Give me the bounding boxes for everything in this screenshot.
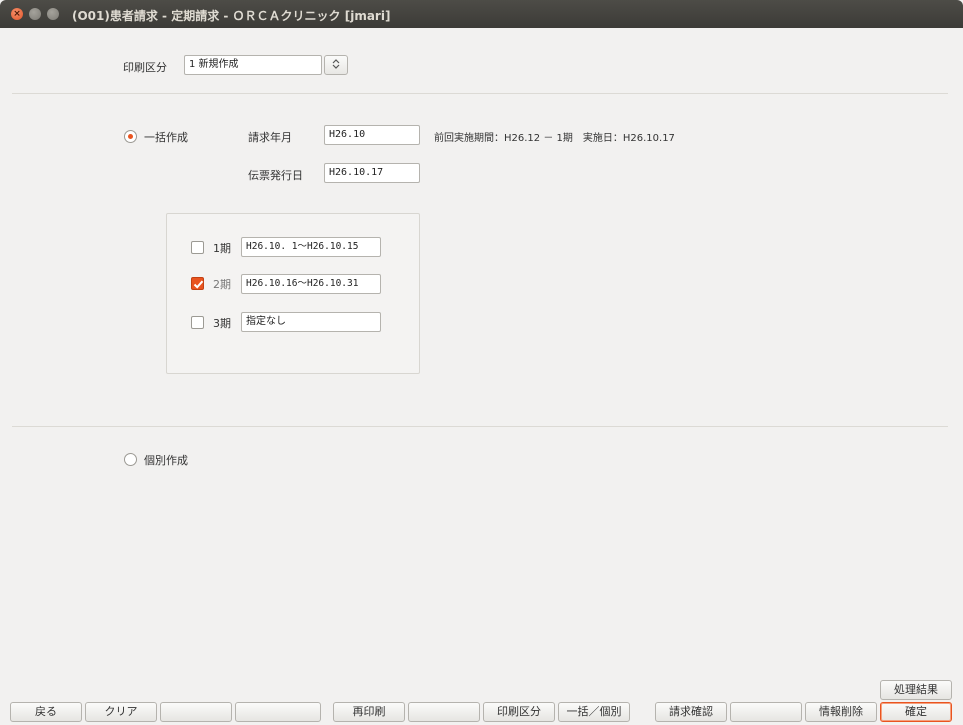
fkey-clear-button[interactable]: クリア (85, 702, 157, 722)
period-1-range-field[interactable]: H26.10. 1～H26.10.15 (241, 237, 381, 257)
period-3-label[interactable]: 3期 (213, 315, 231, 331)
main-content: 印刷区分 1 新規作成 一括作成 請求年月 H26.10 前回実施期間：H26.… (0, 28, 963, 725)
previous-period-info: 前回実施期間：H26.12 － 1期 実施日：H26.10.17 (434, 133, 675, 144)
period-3-checkbox[interactable] (191, 316, 204, 329)
process-result-button[interactable]: 処理結果 (880, 680, 952, 700)
fkey-delete-info-button[interactable]: 情報削除 (805, 702, 877, 722)
fkey-print-category-button[interactable]: 印刷区分 (483, 702, 555, 722)
billing-month-label: 請求年月 (248, 131, 292, 144)
individual-create-label[interactable]: 個別作成 (144, 452, 188, 468)
close-icon[interactable]: × (11, 8, 23, 20)
title-bar[interactable]: × (O01)患者請求 - 定期請求 - ＯＲＣＡクリニック [jmari] (0, 0, 963, 28)
individual-create-radio[interactable] (124, 453, 137, 466)
period-2-label[interactable]: 2期 (213, 276, 231, 292)
period-1-checkbox[interactable] (191, 241, 204, 254)
period-3-range-field[interactable]: 指定なし (241, 312, 381, 332)
slip-date-field[interactable]: H26.10.17 (324, 163, 420, 183)
period-2-range-field[interactable]: H26.10.16～H26.10.31 (241, 274, 381, 294)
window-title: (O01)患者請求 - 定期請求 - ＯＲＣＡクリニック [jmari] (72, 9, 391, 23)
print-category-field[interactable]: 1 新規作成 (184, 55, 322, 75)
updown-arrow-icon (332, 59, 340, 69)
billing-month-field[interactable]: H26.10 (324, 125, 420, 145)
minimize-icon[interactable] (29, 8, 41, 20)
print-category-dropdown-button[interactable] (324, 55, 348, 75)
fkey-10-button[interactable] (730, 702, 802, 722)
bulk-create-radio[interactable] (124, 130, 137, 143)
period-1-label[interactable]: 1期 (213, 240, 231, 256)
slip-date-label: 伝票発行日 (248, 169, 303, 182)
fkey-billing-check-button[interactable]: 請求確認 (655, 702, 727, 722)
fkey-bulk-individual-button[interactable]: 一括／個別 (558, 702, 630, 722)
fkey-back-button[interactable]: 戻る (10, 702, 82, 722)
print-category-label: 印刷区分 (123, 61, 167, 74)
app-window: × (O01)患者請求 - 定期請求 - ＯＲＣＡクリニック [jmari] 印… (0, 0, 963, 725)
fkey-confirm-button[interactable]: 確定 (880, 702, 952, 722)
fkey-6-button[interactable] (408, 702, 480, 722)
separator-middle (12, 426, 948, 427)
fkey-reprint-button[interactable]: 再印刷 (333, 702, 405, 722)
bulk-create-label[interactable]: 一括作成 (144, 129, 188, 145)
period-2-checkbox[interactable] (191, 277, 204, 290)
fkey-3-button[interactable] (160, 702, 232, 722)
check-icon (193, 280, 204, 289)
maximize-icon[interactable] (47, 8, 59, 20)
separator-top (12, 93, 948, 94)
fkey-4-button[interactable] (235, 702, 321, 722)
